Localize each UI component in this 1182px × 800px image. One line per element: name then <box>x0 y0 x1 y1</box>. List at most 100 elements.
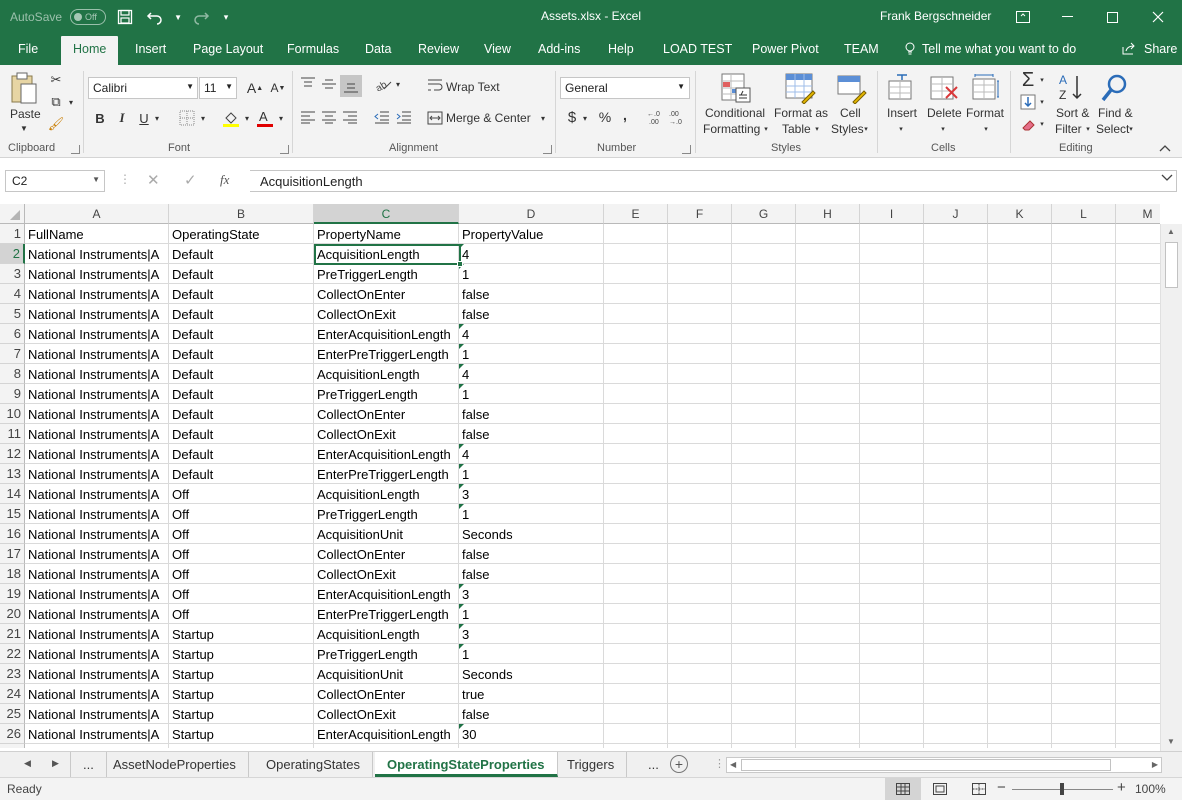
delete-dropdown-icon[interactable]: ▾ <box>939 123 947 135</box>
row-header[interactable]: 6 <box>0 324 25 344</box>
tell-me-search[interactable]: Tell me what you want to do <box>922 42 1076 56</box>
zoom-level[interactable]: 100% <box>1135 782 1166 796</box>
sheet-tab-assetnodeproperties[interactable]: AssetNodeProperties <box>101 752 249 777</box>
font-launcher-icon[interactable] <box>280 145 289 154</box>
tab-file[interactable]: File <box>18 42 38 56</box>
align-top-icon[interactable] <box>298 75 318 93</box>
number-format-select[interactable]: General ▼ <box>560 77 690 99</box>
table-cell[interactable]: AcquisitionLength <box>314 484 458 503</box>
row-header[interactable]: 4 <box>0 284 25 304</box>
name-box[interactable]: C2 ▼ <box>5 170 105 192</box>
table-cell[interactable]: National Instruments|A <box>25 724 168 743</box>
column-header[interactable]: L <box>1052 204 1116 224</box>
table-cell[interactable]: 4 <box>459 444 603 463</box>
tab-team[interactable]: TEAM <box>844 42 879 56</box>
row-header[interactable]: 15 <box>0 504 25 524</box>
table-cell[interactable]: AcquisitionLength <box>314 624 458 643</box>
table-cell[interactable]: National Instruments|A <box>25 604 168 623</box>
table-cell[interactable]: National Instruments|A <box>25 424 168 443</box>
row-header[interactable]: 9 <box>0 384 25 404</box>
table-cell[interactable]: false <box>459 404 603 423</box>
page-layout-view-icon[interactable] <box>933 783 947 798</box>
table-cell[interactable]: Default <box>169 404 313 423</box>
table-cell[interactable]: Default <box>169 444 313 463</box>
table-cell[interactable]: CollectOnExit <box>314 424 458 443</box>
table-cell[interactable]: Default <box>169 464 313 483</box>
error-indicator-icon[interactable] <box>459 604 464 609</box>
table-cell[interactable]: EnterAcquisitionLength <box>314 444 458 463</box>
table-cell[interactable]: Default <box>169 344 313 363</box>
column-header[interactable]: I <box>860 204 924 224</box>
conditional-formatting-label-1[interactable]: Conditional <box>705 106 765 120</box>
delete-cells-label[interactable]: Delete <box>927 106 962 120</box>
wrap-text-button[interactable]: Wrap Text <box>446 80 500 94</box>
conditional-formatting-icon[interactable] <box>719 71 753 105</box>
column-header[interactable]: K <box>988 204 1052 224</box>
clear-icon[interactable] <box>1018 115 1038 133</box>
table-cell[interactable]: PreTriggerLength <box>314 264 458 283</box>
page-break-preview-icon[interactable] <box>972 783 986 798</box>
error-indicator-icon[interactable] <box>459 504 464 509</box>
row-header[interactable] <box>0 744 25 748</box>
decrease-font-icon[interactable]: A ▼ <box>269 78 287 98</box>
sort-dropdown-icon[interactable]: ▾ <box>1084 123 1092 135</box>
zoom-in-icon[interactable]: + <box>1117 779 1126 796</box>
header-cell[interactable]: PropertyName <box>314 224 458 243</box>
error-indicator-icon[interactable] <box>459 484 464 489</box>
row-header[interactable]: 24 <box>0 684 25 704</box>
tab-insert[interactable]: Insert <box>135 42 166 56</box>
formula-input[interactable]: AcquisitionLength <box>250 170 1177 192</box>
tab-review[interactable]: Review <box>418 42 459 56</box>
column-header[interactable]: M <box>1116 204 1160 224</box>
fill-icon[interactable] <box>1018 93 1038 111</box>
row-header[interactable]: 3 <box>0 264 25 284</box>
share-icon[interactable] <box>1122 42 1136 58</box>
table-cell[interactable]: PreTriggerLength <box>314 384 458 403</box>
confirm-entry-icon[interactable]: ✓ <box>184 171 197 189</box>
currency-button[interactable]: $ <box>564 107 580 127</box>
table-cell[interactable]: Off <box>169 484 313 503</box>
find-select-label-2[interactable]: Select <box>1096 122 1129 136</box>
table-cell[interactable]: National Instruments|A <box>25 524 168 543</box>
copy-icon[interactable]: ⧉ <box>46 93 66 111</box>
error-indicator-icon[interactable] <box>459 444 464 449</box>
table-cell[interactable]: Default <box>169 384 313 403</box>
table-cell[interactable]: CollectOnEnter <box>314 684 458 703</box>
format-as-table-label-2[interactable]: Table <box>782 122 811 136</box>
table-cell[interactable]: Default <box>169 304 313 323</box>
table-cell[interactable]: false <box>459 284 603 303</box>
tab-help[interactable]: Help <box>608 42 634 56</box>
comma-button[interactable]: , <box>618 105 632 125</box>
table-cell[interactable]: National Instruments|A <box>25 544 168 563</box>
insert-cells-label[interactable]: Insert <box>887 106 917 120</box>
wrap-text-icon[interactable] <box>425 75 445 95</box>
row-header[interactable]: 12 <box>0 444 25 464</box>
table-cell[interactable]: Default <box>169 264 313 283</box>
find-dropdown-icon[interactable]: ▾ <box>1127 123 1135 135</box>
normal-view-icon[interactable] <box>885 778 921 800</box>
error-indicator-icon[interactable] <box>459 464 464 469</box>
orientation-icon[interactable]: ab <box>372 75 394 93</box>
column-header[interactable]: B <box>169 204 314 224</box>
table-cell[interactable]: 1 <box>459 504 603 523</box>
increase-indent-icon[interactable] <box>394 108 414 126</box>
align-bottom-icon[interactable] <box>340 75 362 97</box>
scroll-right-icon[interactable]: ▶ <box>1152 760 1158 769</box>
row-header[interactable]: 13 <box>0 464 25 484</box>
table-cell[interactable]: 1 <box>459 604 603 623</box>
maximize-icon[interactable] <box>1089 0 1135 34</box>
borders-icon[interactable] <box>176 109 198 127</box>
table-cell[interactable]: AcquisitionLength <box>314 364 458 383</box>
cell-styles-label-1[interactable]: Cell <box>840 106 861 120</box>
table-cell[interactable]: false <box>459 304 603 323</box>
merge-center-icon[interactable] <box>425 108 445 128</box>
sheet-tab-operatingstates[interactable]: OperatingStates <box>254 752 373 777</box>
column-header[interactable]: A <box>25 204 169 224</box>
table-cell[interactable]: Default <box>169 244 313 263</box>
tab-data[interactable]: Data <box>365 42 391 56</box>
table-cell[interactable]: 1 <box>459 644 603 663</box>
insert-cells-icon[interactable] <box>886 71 916 105</box>
table-cell[interactable]: CollectOnExit <box>314 304 458 323</box>
tab-power-pivot[interactable]: Power Pivot <box>752 42 819 56</box>
error-indicator-icon[interactable] <box>459 244 464 249</box>
